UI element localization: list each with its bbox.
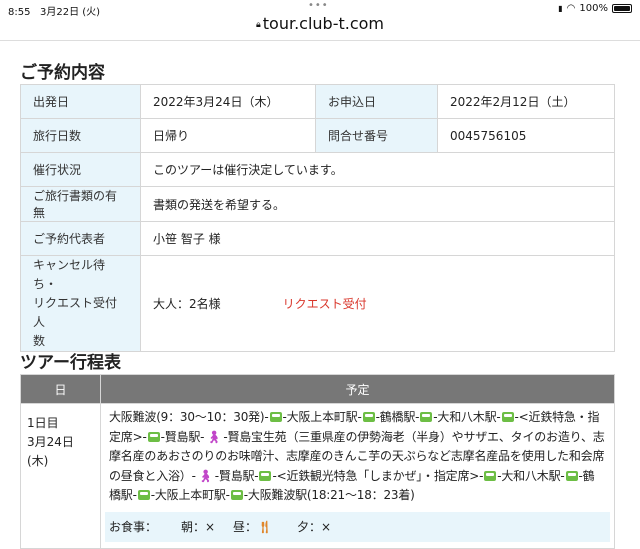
docs-label: ご旅行書類の有無 xyxy=(20,186,141,222)
departure-label: 出発日 xyxy=(20,84,141,119)
docs-value: 書類の発送を希望する。 xyxy=(140,186,615,222)
rep-label: ご予約代表者 xyxy=(20,221,141,256)
reservation-title: ご予約内容 xyxy=(20,63,105,83)
itinerary-title: ツアー行程表 xyxy=(20,353,121,373)
reservation-table: 出発日 2022年3月24日（木） お申込日 2022年2月12日（土） 旅行日… xyxy=(20,84,615,352)
cancel-value: 大人：2名様 リクエスト受付 xyxy=(140,255,615,352)
table-row: ご旅行書類の有無 書類の発送を希望する。 xyxy=(20,186,615,222)
bus-icon xyxy=(137,490,150,500)
days-value: 日帰り xyxy=(140,118,316,153)
more-dots-icon[interactable]: ••• xyxy=(308,0,329,11)
walk-icon: 🚶︎ xyxy=(206,429,222,444)
inquiry-label: 問合せ番号 xyxy=(315,118,438,153)
url-text: tour.club-t.com xyxy=(262,14,385,33)
table-row: 旅行日数 日帰り 問合せ番号 0045756105 xyxy=(20,118,615,153)
route-text: 大阪難波(9：30〜10：30発)- -大阪上本町駅- -鶴橋駅- -大和八木駅- -<… xyxy=(109,410,605,502)
lock-icon: 🔒︎ xyxy=(255,20,261,30)
itinerary-header: 日 予定 xyxy=(20,374,615,404)
apply-label: お申込日 xyxy=(315,84,438,119)
status-value: このツアーは催行決定しています。 xyxy=(140,152,615,187)
days-label: 旅行日数 xyxy=(20,118,141,153)
bus-icon xyxy=(420,412,433,422)
breakfast: 朝：× xyxy=(181,519,216,534)
bus-icon xyxy=(230,490,243,500)
departure-value: 2022年3月24日（木） xyxy=(140,84,316,119)
rep-value: 小笹 智子 様 xyxy=(140,221,615,256)
battery-percent: 100% xyxy=(579,3,608,14)
bus-icon xyxy=(565,470,578,481)
meals-row: お食事： 朝：× 昼：🍴︎ 夕：× xyxy=(105,511,610,542)
table-row: 1日目 3月24日 (木) 大阪難波(9：30〜10：30発)- -大阪上本町駅-… xyxy=(20,403,615,549)
status-right: ▮ ◠ 100% xyxy=(558,3,632,14)
table-row: 出発日 2022年3月24日（木） お申込日 2022年2月12日（土） xyxy=(20,84,615,119)
bus-icon xyxy=(269,412,282,422)
walk-icon: 🚶︎ xyxy=(197,468,213,483)
col-day: 日 xyxy=(20,374,101,404)
lunch: 昼： xyxy=(233,519,258,534)
meals-label: お食事： xyxy=(109,519,158,534)
table-row: ご予約代表者 小笹 智子 様 xyxy=(20,221,615,256)
schedule-cell: 大阪難波(9：30〜10：30発)- -大阪上本町駅- -鶴橋駅- -大和八木駅- -<… xyxy=(100,403,615,549)
url-bar[interactable]: 🔒︎ tour.club-t.com xyxy=(0,14,640,38)
col-plan: 予定 xyxy=(100,374,615,404)
wifi-icon: ◠ xyxy=(566,3,576,14)
bus-icon xyxy=(259,470,272,481)
table-row: キャンセル待ち・ リクエスト受付人 数 大人：2名様 リクエスト受付 xyxy=(20,255,615,352)
dinner: 夕：× xyxy=(297,519,332,534)
itinerary-table: 日 予定 1日目 3月24日 (木) 大阪難波(9：30〜10：30発)- -大阪… xyxy=(20,374,615,549)
day-cell: 1日目 3月24日 (木) xyxy=(20,403,101,549)
bus-icon xyxy=(484,470,497,481)
fork-knife-icon: 🍴︎ xyxy=(257,519,273,534)
request-status: リクエスト受付 xyxy=(282,297,367,311)
bus-icon xyxy=(362,412,375,422)
battery-icon xyxy=(612,4,632,13)
table-row: 催行状況 このツアーは催行決定しています。 xyxy=(20,152,615,187)
apply-value: 2022年2月12日（土） xyxy=(437,84,615,119)
status-label: 催行状況 xyxy=(20,152,141,187)
bus-icon xyxy=(501,412,514,422)
ipad-icon: ▮ xyxy=(558,4,563,13)
cancel-label: キャンセル待ち・ リクエスト受付人 数 xyxy=(20,255,141,352)
bus-icon xyxy=(147,431,160,442)
inquiry-value: 0045756105 xyxy=(437,118,615,153)
toolbar-divider xyxy=(0,40,640,41)
